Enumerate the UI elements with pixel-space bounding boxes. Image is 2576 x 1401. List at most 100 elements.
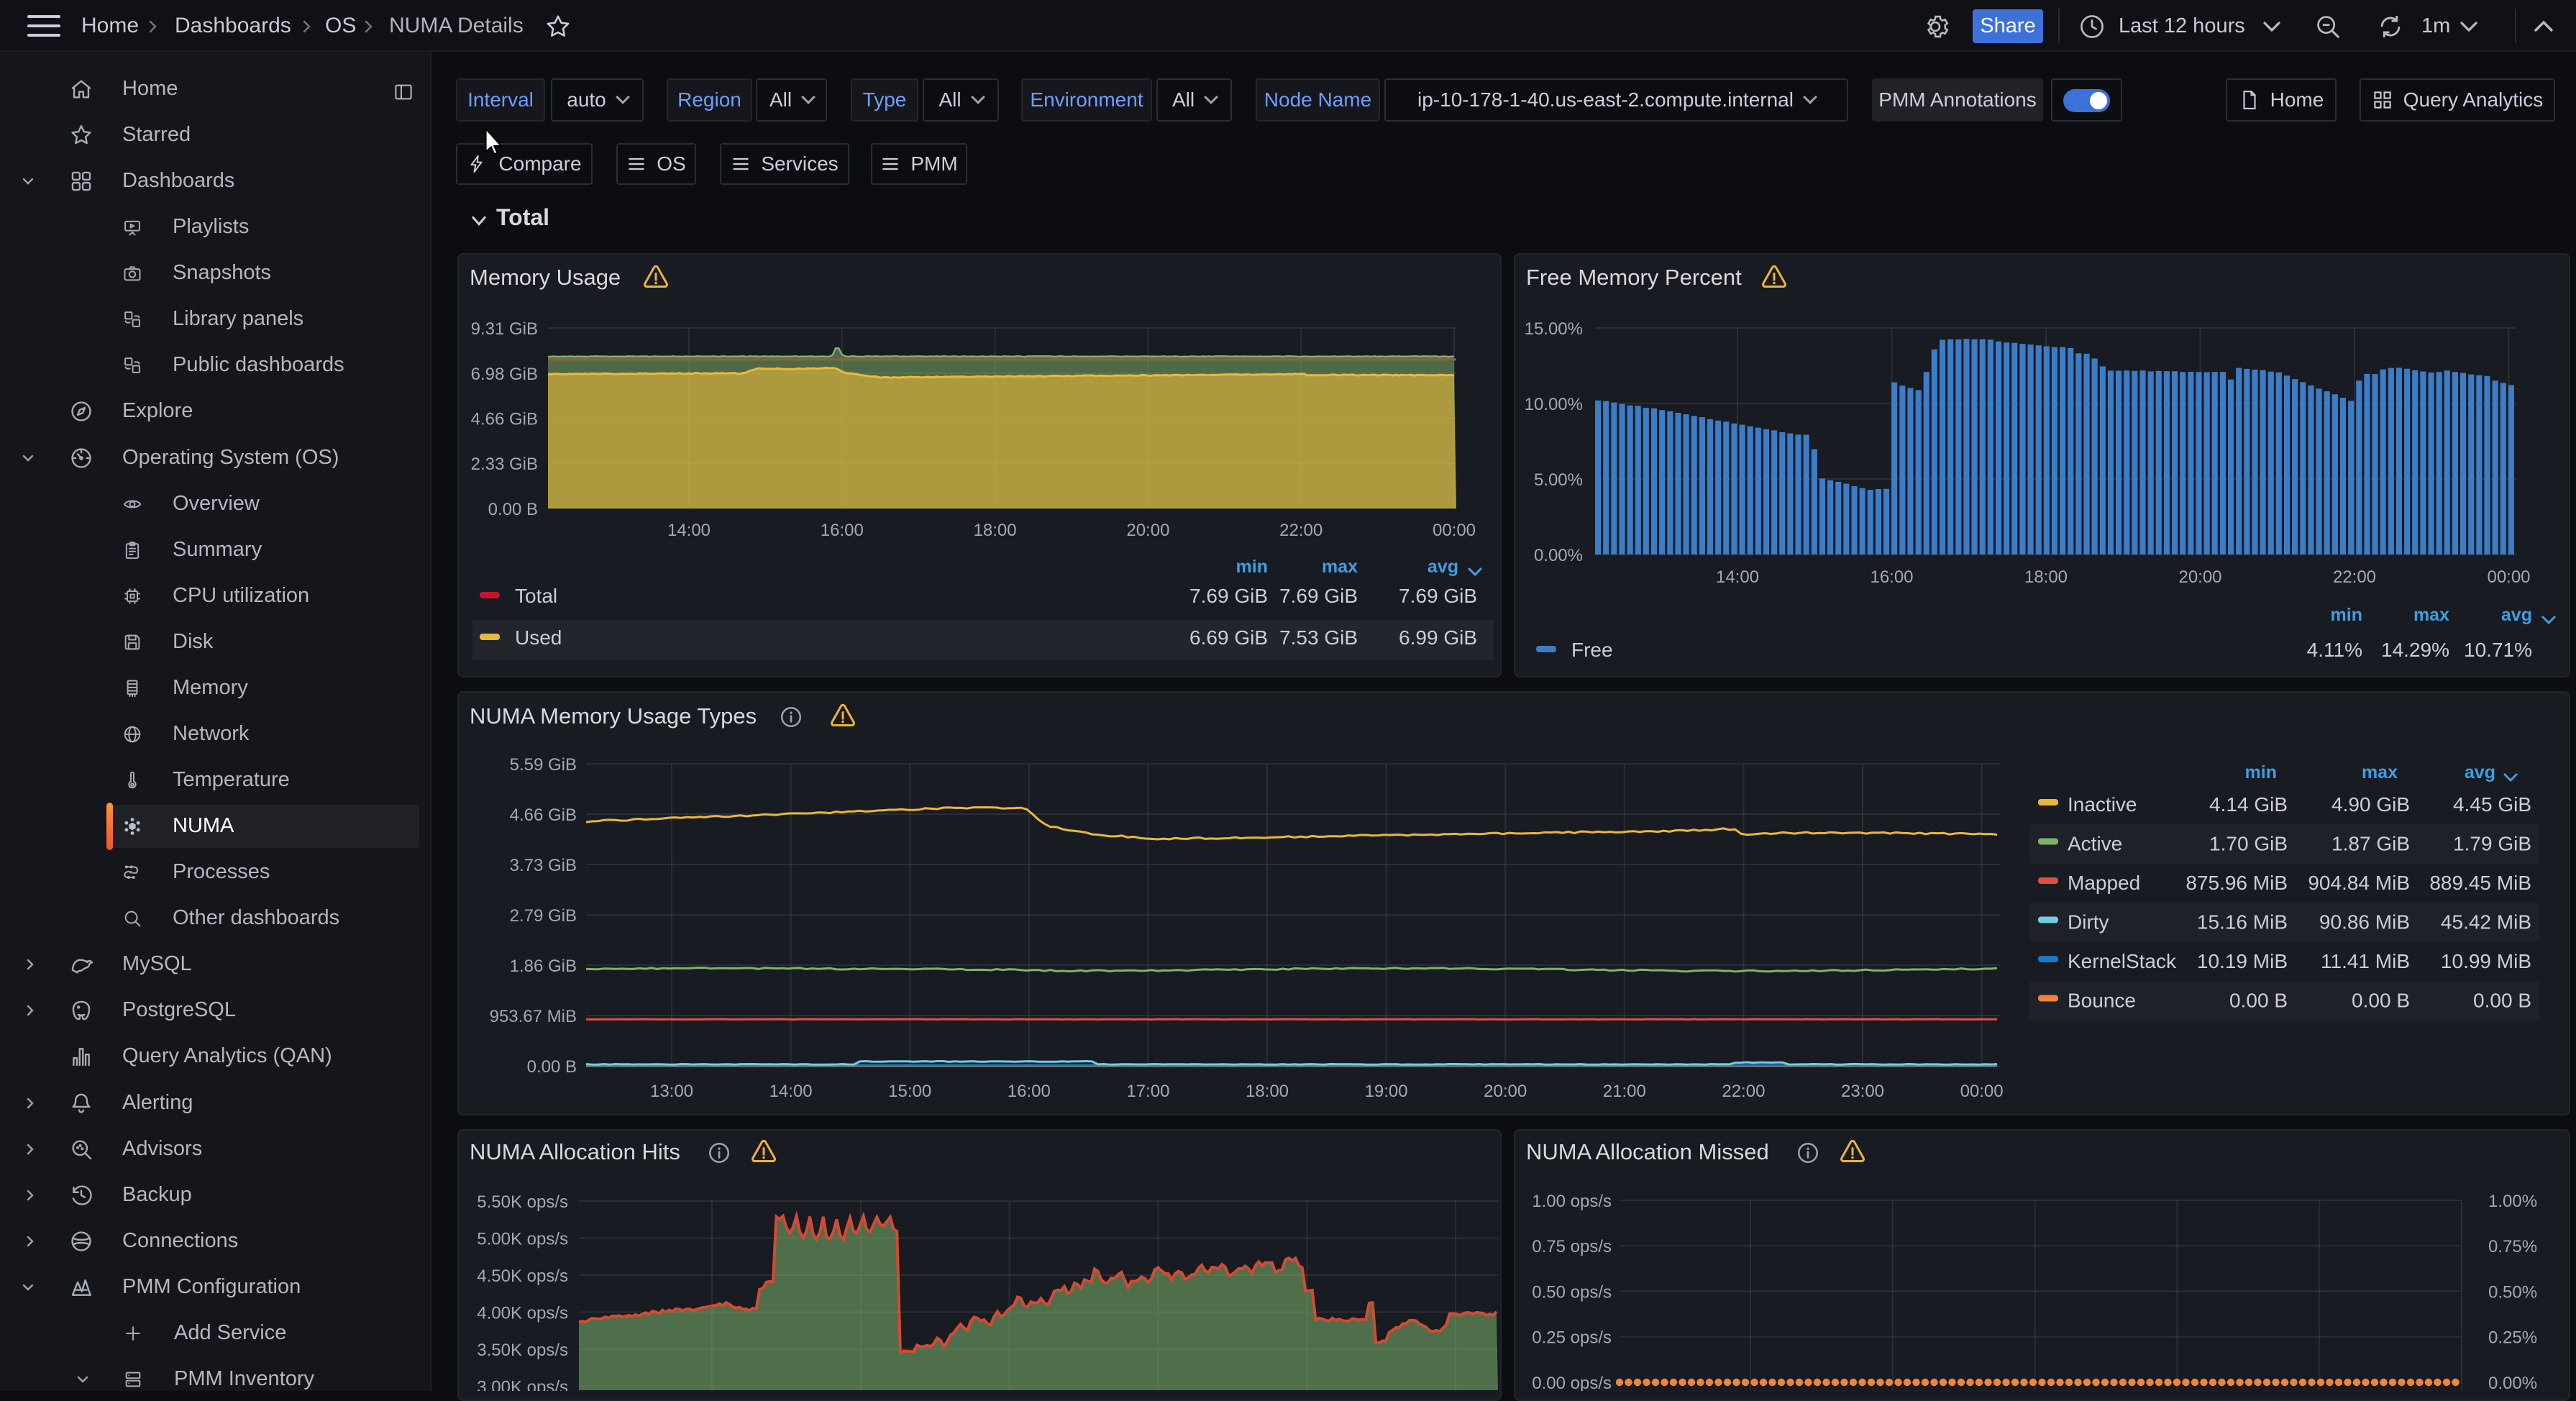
svg-text:Active: Active	[2068, 833, 2122, 855]
svg-text:1.00 ops/s: 1.00 ops/s	[1532, 1192, 1612, 1211]
svg-text:13:00: 13:00	[650, 1082, 693, 1101]
svg-text:KernelStack: KernelStack	[2068, 950, 2177, 972]
svg-text:7.69 GiB: 7.69 GiB	[1279, 585, 1358, 607]
svg-text:889.45 MiB: 889.45 MiB	[2429, 872, 2531, 894]
svg-text:0.00 ops/s: 0.00 ops/s	[1532, 1374, 1612, 1391]
svg-text:0.25 ops/s: 0.25 ops/s	[1532, 1328, 1612, 1348]
svg-text:904.84 MiB: 904.84 MiB	[2308, 872, 2410, 894]
svg-text:23:00: 23:00	[1841, 1082, 1884, 1101]
svg-text:Mapped: Mapped	[2068, 872, 2140, 894]
svg-text:avg: avg	[2465, 762, 2495, 782]
svg-text:1.87 GiB: 1.87 GiB	[2331, 833, 2410, 855]
svg-text:15.16 MiB: 15.16 MiB	[2197, 911, 2288, 934]
svg-text:0.00 B: 0.00 B	[2229, 990, 2288, 1012]
svg-text:3.00K ops/s: 3.00K ops/s	[477, 1378, 568, 1392]
svg-text:10.99 MiB: 10.99 MiB	[2441, 950, 2531, 972]
svg-text:10.71%: 10.71%	[2464, 639, 2532, 661]
svg-text:5.50K ops/s: 5.50K ops/s	[477, 1192, 568, 1212]
svg-text:0.00 B: 0.00 B	[527, 1057, 577, 1077]
svg-text:16:00: 16:00	[821, 521, 864, 540]
svg-text:18:00: 18:00	[1246, 1082, 1289, 1101]
svg-text:Total: Total	[515, 585, 557, 607]
svg-text:14:00: 14:00	[667, 521, 711, 540]
svg-text:max: max	[2413, 605, 2449, 625]
svg-text:4.45 GiB: 4.45 GiB	[2453, 793, 2531, 816]
svg-text:875.96 MiB: 875.96 MiB	[2186, 872, 2288, 894]
svg-text:Dirty: Dirty	[2068, 911, 2109, 934]
svg-text:1.86 GiB: 1.86 GiB	[510, 957, 577, 976]
svg-text:0.00%: 0.00%	[1534, 546, 1583, 565]
svg-text:17:00: 17:00	[1126, 1082, 1169, 1101]
svg-text:7.69 GiB: 7.69 GiB	[1399, 585, 1477, 607]
svg-text:max: max	[2362, 762, 2398, 782]
svg-text:20:00: 20:00	[1126, 521, 1169, 540]
svg-text:avg: avg	[1428, 557, 1458, 577]
svg-text:3.50K ops/s: 3.50K ops/s	[477, 1341, 568, 1360]
svg-text:90.86 MiB: 90.86 MiB	[2319, 911, 2410, 934]
svg-text:7.53 GiB: 7.53 GiB	[1279, 626, 1358, 649]
svg-text:5.00%: 5.00%	[1534, 470, 1583, 490]
svg-text:6.98 GiB: 6.98 GiB	[471, 365, 538, 384]
svg-text:15:00: 15:00	[888, 1082, 931, 1101]
svg-text:00:00: 00:00	[2487, 567, 2530, 587]
svg-text:16:00: 16:00	[1870, 567, 1913, 587]
svg-text:4.66 GiB: 4.66 GiB	[471, 409, 538, 429]
svg-text:5.00K ops/s: 5.00K ops/s	[477, 1230, 568, 1249]
svg-text:2.79 GiB: 2.79 GiB	[510, 906, 577, 926]
svg-text:18:00: 18:00	[2024, 567, 2068, 587]
svg-text:22:00: 22:00	[2333, 567, 2376, 587]
svg-text:4.90 GiB: 4.90 GiB	[2331, 793, 2410, 816]
svg-text:14.29%: 14.29%	[2381, 639, 2449, 661]
svg-text:0.50 ops/s: 0.50 ops/s	[1532, 1282, 1612, 1302]
svg-text:Inactive: Inactive	[2068, 793, 2137, 816]
svg-text:Free: Free	[1571, 639, 1613, 661]
svg-text:9.31 GiB: 9.31 GiB	[471, 319, 538, 339]
svg-text:min: min	[1236, 557, 1268, 577]
svg-text:0.00 B: 0.00 B	[2473, 990, 2531, 1012]
svg-text:4.00K ops/s: 4.00K ops/s	[477, 1304, 568, 1323]
svg-text:21:00: 21:00	[1603, 1082, 1646, 1101]
svg-text:16:00: 16:00	[1008, 1082, 1051, 1101]
svg-text:0.75 ops/s: 0.75 ops/s	[1532, 1237, 1612, 1256]
svg-text:min: min	[2331, 605, 2362, 625]
svg-text:4.14 GiB: 4.14 GiB	[2209, 793, 2288, 816]
svg-text:0.00 B: 0.00 B	[488, 500, 538, 519]
svg-text:0.00%: 0.00%	[2488, 1374, 2537, 1391]
svg-text:20:00: 20:00	[2178, 567, 2221, 587]
svg-text:953.67 MiB: 953.67 MiB	[490, 1007, 577, 1026]
svg-text:00:00: 00:00	[1433, 521, 1476, 540]
svg-text:6.99 GiB: 6.99 GiB	[1399, 626, 1477, 649]
svg-text:22:00: 22:00	[1722, 1082, 1765, 1101]
svg-text:6.69 GiB: 6.69 GiB	[1189, 626, 1268, 649]
svg-text:1.00%: 1.00%	[2488, 1192, 2537, 1211]
svg-text:3.73 GiB: 3.73 GiB	[510, 856, 577, 875]
svg-text:7.69 GiB: 7.69 GiB	[1189, 585, 1268, 607]
svg-text:1.70 GiB: 1.70 GiB	[2209, 833, 2288, 855]
svg-text:Used: Used	[515, 626, 562, 649]
svg-text:0.50%: 0.50%	[2488, 1282, 2537, 1302]
svg-text:14:00: 14:00	[769, 1082, 813, 1101]
svg-text:0.25%: 0.25%	[2488, 1328, 2537, 1348]
svg-text:0.75%: 0.75%	[2488, 1237, 2537, 1256]
svg-text:max: max	[1322, 557, 1358, 577]
svg-text:00:00: 00:00	[1960, 1082, 2004, 1101]
svg-text:avg: avg	[2501, 605, 2532, 625]
svg-text:45.42 MiB: 45.42 MiB	[2441, 911, 2531, 934]
svg-text:2.33 GiB: 2.33 GiB	[471, 455, 538, 474]
svg-text:10.00%: 10.00%	[1525, 395, 1583, 414]
svg-text:Bounce: Bounce	[2068, 990, 2136, 1012]
svg-text:min: min	[2245, 762, 2277, 782]
svg-text:5.59 GiB: 5.59 GiB	[510, 755, 577, 775]
svg-text:20:00: 20:00	[1484, 1082, 1527, 1101]
svg-text:18:00: 18:00	[974, 521, 1017, 540]
svg-text:4.50K ops/s: 4.50K ops/s	[477, 1267, 568, 1286]
svg-text:19:00: 19:00	[1365, 1082, 1408, 1101]
svg-text:1.79 GiB: 1.79 GiB	[2453, 833, 2531, 855]
svg-text:10.19 MiB: 10.19 MiB	[2197, 950, 2288, 972]
svg-text:4.11%: 4.11%	[2307, 639, 2362, 661]
svg-text:15.00%: 15.00%	[1525, 319, 1583, 339]
svg-text:14:00: 14:00	[1716, 567, 1759, 587]
svg-text:22:00: 22:00	[1279, 521, 1323, 540]
svg-text:11.41 MiB: 11.41 MiB	[2321, 950, 2410, 972]
svg-text:0.00 B: 0.00 B	[2352, 990, 2410, 1012]
